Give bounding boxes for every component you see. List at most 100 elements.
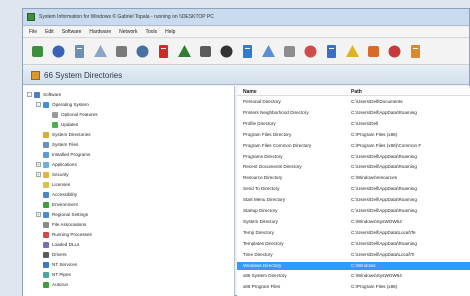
search-button[interactable] <box>176 43 193 60</box>
directory-name: Time Directory <box>243 251 273 257</box>
tree-item-running-processes[interactable]: Running Processes <box>36 230 92 239</box>
chip-button[interactable] <box>218 43 235 60</box>
help-button[interactable] <box>344 43 361 60</box>
table-row[interactable]: Temp Directory C:\Users\Dell\AppData\Loca… <box>237 229 470 237</box>
navigation-tree[interactable]: - Software - Operating System Optional Featu… <box>23 86 235 296</box>
table-row[interactable]: Program Files Directory C:\Program Files … <box>237 131 470 139</box>
shield-button[interactable] <box>302 43 319 60</box>
menu-item-hardware[interactable]: Hardware <box>89 29 111 35</box>
save-button[interactable] <box>50 43 67 60</box>
directory-list[interactable]: Name Path Personal Directory C:\Users\Del… <box>237 86 470 296</box>
table-row[interactable]: x86 Program Files C:\Program Files (x86) <box>237 283 470 291</box>
directory-name: Programs Directory <box>243 153 283 159</box>
directory-name: System Directory <box>243 218 278 224</box>
menu-item-software[interactable]: Software <box>62 29 82 35</box>
table-row[interactable]: Profile Directory C:\Users\Dell <box>237 120 470 128</box>
title-bar[interactable]: System Information for Windows © Gabriel… <box>23 9 469 26</box>
directory-path: C:\Users\Dell\AppData\Roaming <box>351 208 417 213</box>
menu-item-edit[interactable]: Edit <box>45 29 54 35</box>
tree-item-environment[interactable]: Environment <box>36 200 78 209</box>
stop-button[interactable] <box>155 43 172 60</box>
table-row[interactable]: Start Menu Directory C:\Users\Dell\AppDat… <box>237 196 470 204</box>
expand-toggle-icon[interactable]: + <box>36 172 41 177</box>
table-row[interactable]: Windows Directory C:\Windows <box>237 261 470 270</box>
tree-item-file-associations[interactable]: File Associations <box>36 220 86 229</box>
tree-item-label: Regional Settings <box>52 212 89 217</box>
directory-name: Startup Directory <box>243 208 278 213</box>
tree-node-icon <box>43 221 49 228</box>
directory-path: C:\Users\Dell\AppData\Local\Ti <box>351 251 415 257</box>
menu-bar: File Edit Software Hardware Network Tools Help <box>23 27 469 38</box>
window-button[interactable] <box>260 43 277 60</box>
refresh-button[interactable] <box>113 43 130 60</box>
tree-item-licenses[interactable]: Licenses <box>36 180 70 189</box>
directory-path: C:\Windows\SysWOW64 <box>351 218 402 224</box>
tools-button[interactable] <box>365 43 382 60</box>
sync-button[interactable] <box>323 43 340 60</box>
directory-path: C:\Users\Dell <box>351 120 379 126</box>
table-row[interactable]: x86 System Directory C:\Windows\SysWOW64 <box>237 272 470 280</box>
settings-button[interactable] <box>407 43 424 60</box>
table-row[interactable]: Recent Documents Directory C:\Users\Dell\… <box>237 163 470 171</box>
tools-icon <box>368 46 379 57</box>
brush-icon <box>388 45 401 58</box>
tree-item-label: Accessibility <box>52 192 78 197</box>
tree-item-operating-system[interactable]: - Operating System <box>36 100 89 109</box>
menu-item-network[interactable]: Network <box>119 29 137 35</box>
report-button[interactable] <box>71 43 88 60</box>
directory-name: Send To Directory <box>243 186 280 192</box>
tree-item-autorun[interactable]: Autorun <box>36 280 68 289</box>
tree-item-loaded-dlls[interactable]: Loaded DLLs <box>36 240 79 249</box>
table-row[interactable]: Time Directory C:\Users\Dell\AppData\Loca… <box>237 251 470 259</box>
search-icon <box>178 45 191 57</box>
network-button[interactable] <box>239 43 256 60</box>
tree-item-nt-services[interactable]: NT Services <box>36 260 77 269</box>
table-row[interactable]: Resource Directory C:\Windows\resources <box>237 174 470 182</box>
directory-name: Program Files Directory <box>243 131 292 137</box>
panel-header: 66 System Directories <box>23 66 469 85</box>
refresh-icon <box>116 46 127 57</box>
tree-item-security[interactable]: + Security <box>36 170 69 179</box>
table-row[interactable]: Personal Directory C:\Users\Dell\Document… <box>237 98 470 106</box>
table-row[interactable]: Templates Directory C:\Users\Dell\AppData… <box>237 240 470 248</box>
tree-item-updates[interactable]: Updates <box>45 120 78 129</box>
tree-item-installed-programs[interactable]: Installed Programs <box>36 150 90 159</box>
table-row[interactable]: System Directory C:\Windows\SysWOW64 <box>237 218 470 226</box>
tree-item-software[interactable]: - Software <box>27 90 61 99</box>
expand-toggle-icon[interactable]: - <box>36 102 41 107</box>
tree-item-nt-pipes[interactable]: NT Pipes <box>36 270 71 279</box>
tree-item-label: Software <box>43 92 62 97</box>
table-row[interactable]: Program Files Common Directory C:\Program… <box>237 142 470 150</box>
save-icon <box>52 45 65 58</box>
table-row[interactable]: Send To Directory C:\Users\Dell\AppData\R… <box>237 185 470 193</box>
tree-node-icon <box>43 141 49 148</box>
expand-toggle-icon[interactable]: - <box>27 92 32 97</box>
menu-item-file[interactable]: File <box>29 29 37 35</box>
exit-button[interactable] <box>29 43 46 60</box>
expand-toggle-icon[interactable]: + <box>36 162 41 167</box>
document-button[interactable] <box>92 43 109 60</box>
table-row[interactable]: Printers Neighborhood Directory C:\Users\… <box>237 109 470 117</box>
menu-item-help[interactable]: Help <box>165 29 175 35</box>
tree-item-accessibility[interactable]: Accessibility <box>36 190 77 199</box>
table-row[interactable]: Programs Directory C:\Users\Dell\AppData\… <box>237 153 470 161</box>
tree-item-optional-features[interactable]: Optional Features <box>45 110 98 119</box>
disk-button[interactable] <box>197 43 214 60</box>
tree-node-icon <box>43 231 49 238</box>
clock-button[interactable] <box>281 43 298 60</box>
tree-item-applications[interactable]: + Applications <box>36 160 77 169</box>
menu-item-tools[interactable]: Tools <box>145 29 157 35</box>
column-header-path[interactable]: Path <box>351 89 362 95</box>
expand-toggle-icon[interactable]: + <box>36 212 41 217</box>
link-button[interactable] <box>134 43 151 60</box>
tree-item-system-files[interactable]: System Files <box>36 140 78 149</box>
column-header-name[interactable]: Name <box>243 89 257 95</box>
brush-button[interactable] <box>386 43 403 60</box>
table-row[interactable]: Startup Directory C:\Users\Dell\AppData\R… <box>237 207 470 215</box>
tree-item-label: Installed Programs <box>52 152 91 157</box>
tree-item-drivers[interactable]: Drivers <box>36 250 67 259</box>
tree-item-regional-settings[interactable]: + Regional Settings <box>36 210 88 219</box>
tree-item-system-directories[interactable]: System Directories <box>36 130 91 139</box>
directory-path: C:\Users\Dell\AppData\Roaming <box>351 240 417 246</box>
list-header: Name Path <box>237 86 470 96</box>
